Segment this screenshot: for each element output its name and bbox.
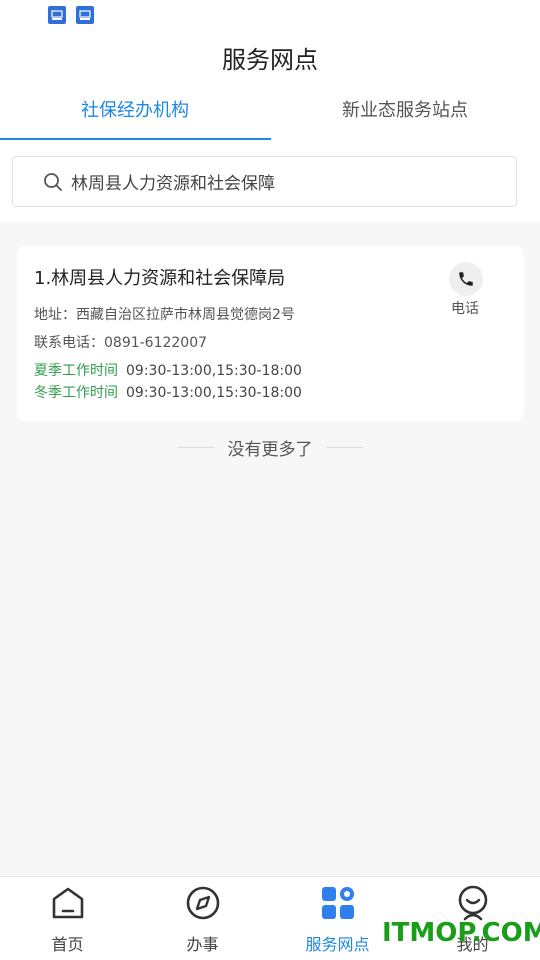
nav-home-label: 首页 xyxy=(51,935,84,954)
nav-services[interactable]: 办事 xyxy=(135,877,270,960)
header-area: 服务网点 社保经办机构 新业态服务站点 xyxy=(0,0,540,222)
address-value: 西藏自治区拉萨市林周县觉德岗2号 xyxy=(76,307,295,323)
contact-phone-line: 联系电话：0891-6122007 xyxy=(34,332,207,352)
winter-hours-label: 冬季工作时间 xyxy=(34,385,118,401)
tab-bar: 社保经办机构 新业态服务站点 xyxy=(0,92,540,140)
tab-new-business-stations[interactable]: 新业态服务站点 xyxy=(270,92,540,140)
compass-icon xyxy=(186,886,219,920)
phone-icon xyxy=(459,272,473,286)
home-icon xyxy=(52,887,83,919)
call-button[interactable] xyxy=(449,262,483,296)
contact-phone-value[interactable]: 0891-6122007 xyxy=(104,335,207,351)
app-notification-icon xyxy=(48,6,66,24)
page-title: 服务网点 xyxy=(222,46,318,74)
status-bar xyxy=(48,6,94,26)
search-bar[interactable] xyxy=(12,156,517,207)
grid-icon xyxy=(321,887,354,919)
result-title: 1.林周县人力资源和社会保障局 xyxy=(34,268,286,289)
profile-icon xyxy=(458,885,487,921)
tab-social-security-agencies[interactable]: 社保经办机构 xyxy=(0,92,270,140)
call-label[interactable]: 电话 xyxy=(451,298,479,318)
divider xyxy=(177,446,214,448)
nav-services-label: 办事 xyxy=(186,935,219,954)
list-end-indicator: 没有更多了 xyxy=(0,434,540,460)
nav-home[interactable]: 首页 xyxy=(0,877,135,960)
contact-phone-label: 联系电话： xyxy=(34,335,104,351)
summer-hours-label: 夏季工作时间 xyxy=(34,363,118,379)
list-end-text: 没有更多了 xyxy=(227,439,313,460)
active-tab-indicator xyxy=(0,138,271,140)
search-icon xyxy=(44,172,62,191)
summer-hours-line: 夏季工作时间 09:30-13:00,15:30-18:00 xyxy=(34,360,302,380)
winter-hours-value: 09:30-13:00,15:30-18:00 xyxy=(126,385,302,401)
result-card[interactable]: 1.林周县人力资源和社会保障局 电话 地址：西藏自治区拉萨市林周县觉德岗2号 联… xyxy=(17,246,524,421)
watermark: ITMOP.COM xyxy=(382,918,540,948)
winter-hours-line: 冬季工作时间 09:30-13:00,15:30-18:00 xyxy=(34,382,302,402)
nav-service-points-label: 服务网点 xyxy=(305,935,370,954)
address-label: 地址： xyxy=(34,307,76,323)
app-notification-icon xyxy=(76,6,94,24)
address-line: 地址：西藏自治区拉萨市林周县觉德岗2号 xyxy=(34,304,295,324)
summer-hours-value: 09:30-13:00,15:30-18:00 xyxy=(126,363,302,379)
divider xyxy=(326,446,363,448)
search-input[interactable] xyxy=(71,171,471,192)
